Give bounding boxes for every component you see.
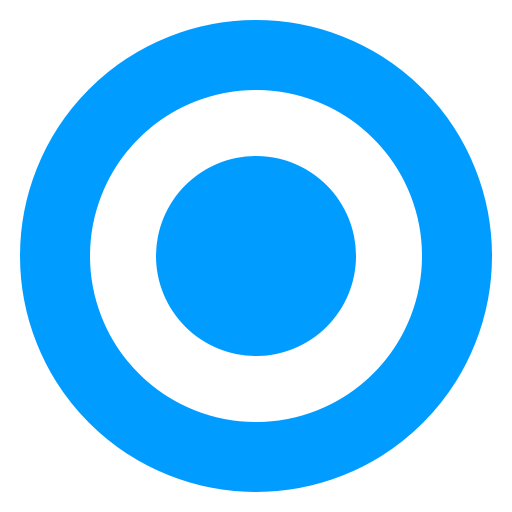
icon-canvas: [0, 0, 512, 512]
radio-button-selected-icon: [20, 20, 492, 492]
inner-dot: [156, 156, 356, 356]
